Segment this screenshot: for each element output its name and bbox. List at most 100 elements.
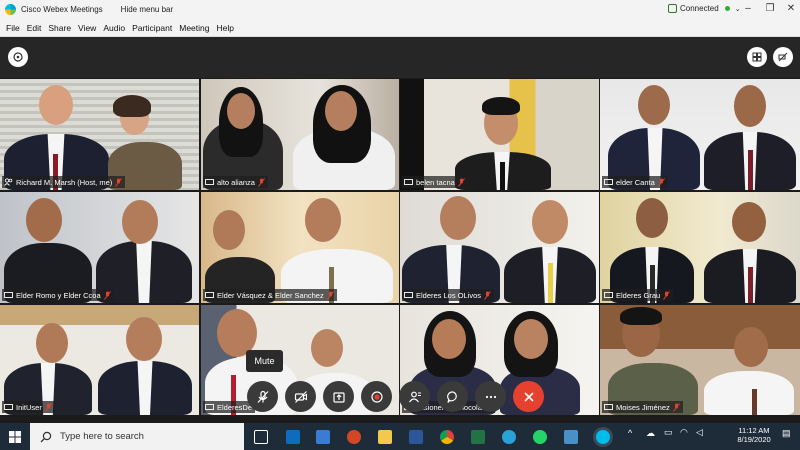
participants-button[interactable]: [399, 381, 430, 412]
menu-share[interactable]: Share: [48, 23, 71, 33]
participants-icon: [408, 391, 421, 402]
microphone-icon: [257, 390, 268, 403]
meeting-top-bar: [0, 37, 800, 78]
participant-label: elder Canta: [602, 176, 668, 188]
share-icon: [332, 391, 345, 403]
participant-name: alto alianza: [217, 177, 255, 187]
mute-tooltip: Mute: [246, 350, 283, 372]
menu-file[interactable]: File: [6, 23, 20, 33]
notifications-icon[interactable]: ▤: [782, 428, 791, 439]
participant-label: belen tacna: [402, 176, 468, 188]
record-icon: [370, 390, 383, 403]
participant-label: Elderes Los OLivos: [402, 289, 495, 301]
app-title: Cisco Webex Meetings: [21, 5, 103, 14]
mute-button[interactable]: [247, 381, 278, 412]
record-button[interactable]: [361, 381, 392, 412]
connection-status[interactable]: Connected ⌄: [668, 4, 741, 13]
participant-name: Elder Romo y Elder Ccoa: [16, 290, 101, 300]
participant-name: belen tacna: [416, 177, 455, 187]
onedrive-icon[interactable]: ☁: [646, 428, 655, 439]
chat-icon: [446, 390, 457, 403]
taskbar-clock[interactable]: 11:12 AM 8/19/2020: [732, 426, 776, 444]
hide-menu-bar-button[interactable]: Hide menu bar: [121, 5, 173, 14]
task-view-icon[interactable]: [254, 430, 268, 444]
menu-meeting[interactable]: Meeting: [179, 23, 209, 33]
video-tile[interactable]: elder Canta: [600, 79, 800, 190]
participant-name: elder Canta: [616, 177, 655, 187]
video-icon: [4, 404, 13, 410]
taskbar-search-box[interactable]: Type here to search: [30, 423, 244, 450]
video-icon: [604, 292, 613, 298]
participant-label: Moises Jiménez: [602, 401, 683, 413]
participant-label: Richard M. Marsh (Host, me): [2, 176, 126, 188]
participant-name: InitUser: [16, 402, 42, 412]
end-meeting-button[interactable]: [513, 381, 544, 412]
participant-label: Elder Vásquez & Elder Sanchez: [203, 289, 337, 301]
search-placeholder: Type here to search: [60, 431, 144, 442]
menu-participant[interactable]: Participant: [132, 23, 172, 33]
webex-taskbar-icon[interactable]: [596, 430, 610, 444]
video-tile[interactable]: belen tacna: [400, 79, 599, 190]
excel-icon[interactable]: [471, 430, 485, 444]
video-tile[interactable]: Elderes Grau: [600, 192, 800, 303]
outlook-icon[interactable]: [286, 430, 300, 444]
mic-muted-icon: [457, 177, 465, 187]
close-button[interactable]: ✕: [781, 2, 800, 16]
layout-button[interactable]: [747, 47, 767, 67]
search-icon: [40, 431, 52, 442]
hide-self-view-button[interactable]: [773, 47, 793, 67]
share-button[interactable]: [323, 381, 354, 412]
menu-help[interactable]: Help: [217, 23, 234, 33]
calculator-icon[interactable]: [316, 430, 330, 444]
more-options-button[interactable]: [475, 381, 506, 412]
video-tile[interactable]: Richard M. Marsh (Host, me): [0, 79, 199, 190]
participant-name: Moises Jiménez: [616, 402, 670, 412]
battery-icon[interactable]: ▭: [664, 427, 673, 438]
volume-icon[interactable]: ◁: [696, 427, 703, 438]
group-icon: [4, 178, 13, 186]
menu-audio[interactable]: Audio: [103, 23, 125, 33]
video-icon: [604, 179, 613, 185]
wifi-icon[interactable]: ◠: [680, 427, 688, 438]
minimize-button[interactable]: –: [738, 2, 758, 16]
participant-label: Elderes Grau: [602, 289, 674, 301]
video-tile[interactable]: alto alianza: [201, 79, 399, 190]
powerpoint-icon[interactable]: [347, 430, 361, 444]
close-icon: [523, 391, 534, 402]
stop-video-button[interactable]: [285, 381, 316, 412]
video-tile[interactable]: Elderes Los OLivos: [400, 192, 599, 303]
video-tile[interactable]: Elder Vásquez & Elder Sanchez: [201, 192, 399, 303]
menu-bar: File Edit Share View Audio Participant M…: [0, 19, 800, 37]
participant-name: Elderes Los OLivos: [416, 290, 482, 300]
file-explorer-icon[interactable]: [378, 430, 392, 444]
video-tile[interactable]: Elder Romo y Elder Ccoa: [0, 192, 199, 303]
video-tile[interactable]: InitUser: [0, 305, 199, 415]
hide-video-icon: [778, 52, 788, 62]
word-icon[interactable]: [409, 430, 423, 444]
video-tile[interactable]: Moises Jiménez: [600, 305, 800, 415]
connection-status-text: Connected: [680, 4, 719, 13]
participant-label: Elder Romo y Elder Ccoa: [2, 289, 114, 301]
photos-icon[interactable]: [564, 430, 578, 444]
video-off-icon: [294, 390, 307, 403]
tray-chevron-up-icon[interactable]: ^: [628, 428, 632, 438]
webex-logo-icon: [5, 4, 16, 15]
video-icon: [205, 179, 214, 185]
participant-name: Elderes Grau: [616, 290, 661, 300]
status-dot-icon: [724, 6, 730, 11]
video-icon: [404, 292, 413, 298]
start-button[interactable]: [0, 423, 30, 450]
edge-icon[interactable]: [502, 430, 516, 444]
whatsapp-icon[interactable]: [533, 430, 547, 444]
chat-button[interactable]: [437, 381, 468, 412]
more-icon: [485, 395, 496, 398]
mic-muted-icon: [115, 177, 123, 187]
mic-muted-icon: [258, 177, 265, 187]
mic-muted-icon: [326, 290, 334, 300]
menu-edit[interactable]: Edit: [27, 23, 42, 33]
chrome-icon[interactable]: [440, 430, 454, 444]
menu-view[interactable]: View: [78, 23, 96, 33]
participant-name: Richard M. Marsh (Host, me): [16, 177, 113, 187]
meeting-info-button[interactable]: [8, 47, 28, 67]
restore-button[interactable]: ❐: [760, 2, 780, 16]
